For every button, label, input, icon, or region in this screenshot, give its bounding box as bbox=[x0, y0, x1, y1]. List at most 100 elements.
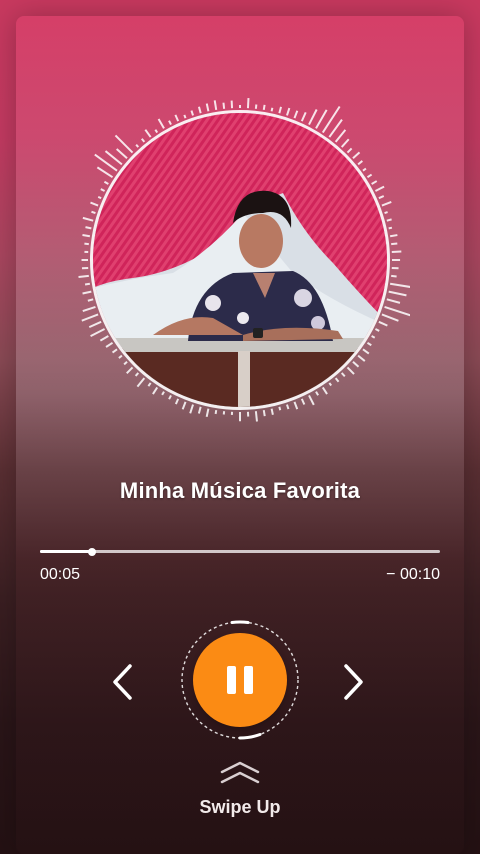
visualizer-bar bbox=[374, 185, 385, 192]
visualizer-bar bbox=[378, 195, 385, 200]
visualizer-bar bbox=[154, 129, 159, 134]
visualizer-bar bbox=[334, 129, 347, 143]
visualizer-bar bbox=[340, 372, 346, 378]
visualizer-bar bbox=[293, 110, 299, 119]
visualizer-bar bbox=[270, 408, 274, 415]
visualizer-bar bbox=[100, 188, 106, 192]
pause-button[interactable] bbox=[193, 633, 287, 727]
visualizer-bar bbox=[300, 398, 306, 405]
visualizer-bar bbox=[82, 216, 94, 222]
visualizer-bar bbox=[105, 341, 114, 348]
visualizer-bar bbox=[111, 348, 118, 354]
visualizer-bar bbox=[386, 298, 401, 304]
visualizer-bar bbox=[357, 354, 366, 362]
visualizer-bar bbox=[189, 404, 194, 414]
visualizer-bar bbox=[374, 328, 380, 332]
visualizer-bar bbox=[388, 290, 407, 297]
visualizer-bar bbox=[388, 226, 393, 230]
swipe-up-label[interactable]: Swipe Up bbox=[0, 797, 480, 818]
visualizer-bar bbox=[384, 211, 388, 214]
visualizer-bar bbox=[174, 114, 180, 122]
visualizer-bar bbox=[205, 408, 210, 418]
visualizer-bar bbox=[371, 335, 376, 339]
visualizer-bar bbox=[346, 366, 355, 375]
visualizer-bar bbox=[391, 242, 398, 246]
visualizer-bar bbox=[97, 195, 102, 200]
visualizer-bar bbox=[346, 147, 353, 154]
double-chevron-up-icon[interactable] bbox=[218, 760, 262, 786]
visualizer-bar bbox=[340, 138, 350, 148]
album-photo bbox=[93, 113, 387, 407]
visualizer-bar bbox=[96, 166, 114, 179]
previous-button[interactable] bbox=[106, 662, 142, 702]
visualizer-bar bbox=[99, 335, 109, 342]
visualizer-bar bbox=[315, 109, 328, 129]
visualizer-bar bbox=[352, 360, 360, 368]
chevron-left-icon bbox=[113, 664, 132, 700]
visualizer-bar bbox=[174, 398, 180, 405]
visualizer-bar bbox=[352, 151, 361, 160]
visualizer-bar bbox=[246, 97, 250, 109]
visualizer-bar bbox=[391, 274, 397, 278]
next-button[interactable] bbox=[334, 662, 370, 702]
visualizer-bar bbox=[286, 107, 291, 116]
visualizer-bar bbox=[168, 394, 172, 400]
visualizer-bar bbox=[82, 290, 92, 295]
visualizer-bar bbox=[103, 180, 109, 185]
visualizer-bar bbox=[161, 391, 165, 396]
visualizer-bar bbox=[389, 234, 398, 238]
visualizer-bar bbox=[381, 200, 392, 207]
visualizer-bar bbox=[386, 218, 392, 222]
visualizer-bar bbox=[115, 148, 128, 160]
visualizer-bar bbox=[213, 100, 218, 111]
remaining-time: − 00:10 bbox=[386, 566, 440, 583]
visualizer-bar bbox=[362, 348, 370, 355]
track-title: Minha Música Favorita bbox=[119, 478, 361, 503]
visualizer-bar bbox=[147, 382, 152, 387]
album-art-area bbox=[70, 75, 410, 425]
visualizer-bar bbox=[366, 341, 372, 347]
visualizer-bar bbox=[328, 382, 332, 387]
visualizer-bar bbox=[123, 360, 128, 366]
visualizer-bar bbox=[104, 150, 123, 166]
visualizer-bar bbox=[254, 411, 258, 422]
visualizer-bar bbox=[90, 201, 99, 207]
visualizer-bar bbox=[366, 173, 373, 179]
visualizer-bar bbox=[190, 110, 194, 116]
visualizer-bar bbox=[140, 138, 146, 143]
visualizer-bar bbox=[118, 354, 123, 359]
visualizer-bar bbox=[91, 210, 96, 214]
visualizer-bar bbox=[157, 118, 165, 129]
visualizer-bar bbox=[321, 386, 328, 395]
visualizer-bar bbox=[278, 406, 282, 411]
visualizer-bar bbox=[308, 109, 318, 126]
visualizer-bar bbox=[357, 160, 363, 166]
visualizer-bar bbox=[222, 102, 226, 109]
progress-thumb[interactable] bbox=[88, 547, 96, 556]
visualizer-bar bbox=[334, 377, 340, 383]
elapsed-time: 00:05 bbox=[40, 566, 81, 583]
visualizer-bar bbox=[371, 180, 378, 185]
visualizer-bar bbox=[152, 386, 159, 395]
visualizer-bar bbox=[126, 366, 134, 374]
chevron-right-icon bbox=[344, 664, 363, 700]
visualizer-bar bbox=[328, 119, 343, 138]
visualizer-bar bbox=[197, 106, 202, 114]
visualizer-bar bbox=[262, 409, 266, 417]
visualizer-bar bbox=[315, 391, 319, 396]
visualizer-bar bbox=[85, 226, 92, 230]
visualizer-bar bbox=[205, 103, 210, 112]
visualizer-bar bbox=[262, 104, 266, 111]
visualizer-bar bbox=[144, 129, 152, 138]
visualizer-bar bbox=[82, 306, 96, 313]
visualizer-bar bbox=[362, 167, 367, 172]
visualizer-bar bbox=[183, 114, 187, 119]
progress-bar[interactable] bbox=[40, 547, 440, 556]
visualizer-bar bbox=[84, 282, 91, 286]
pause-icon-bar bbox=[244, 666, 253, 694]
pause-icon bbox=[227, 666, 236, 694]
visualizer-bar bbox=[381, 313, 399, 322]
visualizer-bar bbox=[87, 298, 94, 302]
album-art bbox=[90, 110, 390, 410]
visualizer-bar bbox=[293, 401, 299, 410]
